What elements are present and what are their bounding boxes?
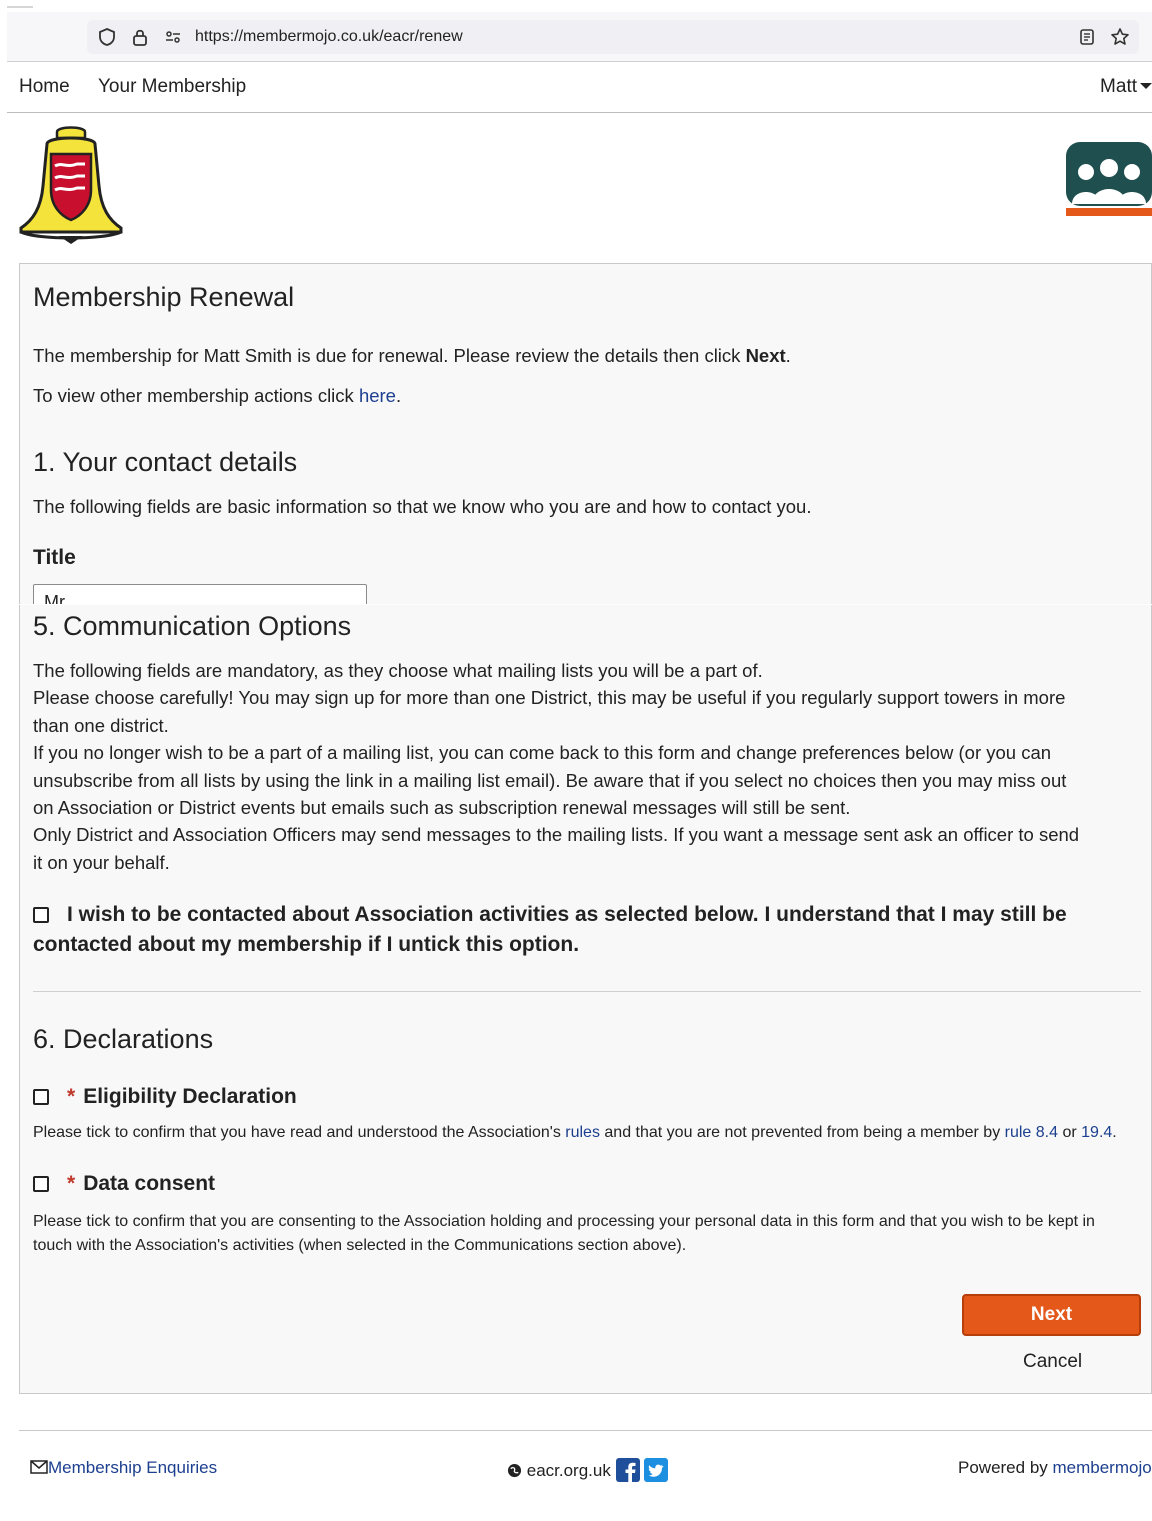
page-title: Membership Renewal	[33, 282, 295, 312]
address-bar[interactable]: https://membermojo.co.uk/eacr/renew	[87, 20, 1139, 54]
shield-icon[interactable]	[97, 27, 117, 47]
rules-link[interactable]: rules	[565, 1124, 600, 1141]
title-field-label: Title	[33, 546, 76, 569]
declarations-heading: 6. Declarations	[33, 1024, 214, 1054]
communication-line: unsubscribe from all lists by using the …	[33, 769, 1067, 791]
communication-line: The following fields are mandatory, as t…	[33, 660, 763, 681]
lock-icon[interactable]	[130, 27, 150, 47]
twitter-icon[interactable]	[644, 1458, 669, 1482]
cancel-link[interactable]: Cancel	[1023, 1351, 1082, 1373]
data-consent-text: Please tick to confirm that you are cons…	[33, 1213, 1095, 1254]
renewal-form-card-top: Membership Renewal The membership for Ma…	[19, 263, 1152, 605]
communication-options-heading: 5. Communication Options	[33, 611, 352, 641]
user-menu[interactable]: Matt	[1100, 76, 1152, 98]
reader-view-icon[interactable]	[1077, 27, 1097, 47]
communication-line: If you no longer wish to be a part of a …	[33, 742, 1052, 764]
renewal-form-card-bottom: 5. Communication Options The following f…	[19, 605, 1152, 1394]
title-select[interactable]: Mr	[33, 584, 367, 605]
data-consent-label: * Data consent	[67, 1172, 216, 1195]
website-links: eacr.org.uk	[507, 1458, 669, 1482]
communication-line: Only District and Association Officers m…	[33, 824, 1080, 846]
site-navbar: Home Your Membership Matt	[7, 62, 1152, 113]
bookmark-star-icon[interactable]	[1110, 27, 1130, 47]
contact-opt-in-label-line2: contacted about my membership if I untic…	[33, 933, 580, 956]
tab-indicator	[7, 6, 33, 8]
contact-opt-in-checkbox[interactable]	[33, 907, 49, 923]
globe-icon	[507, 1463, 522, 1478]
chevron-down-icon	[1140, 83, 1152, 89]
next-button[interactable]: Next	[962, 1294, 1141, 1336]
eligibility-checkbox[interactable]	[33, 1089, 49, 1105]
required-mark: *	[67, 1085, 76, 1108]
contact-details-description: The following fields are basic informati…	[33, 496, 812, 517]
association-bell-logo	[19, 126, 123, 244]
rule-19-4-link[interactable]: 19.4	[1081, 1124, 1112, 1141]
nav-membership-link[interactable]: Your Membership	[98, 76, 246, 98]
browser-toolbar: https://membermojo.co.uk/eacr/renew	[7, 12, 1152, 62]
communication-line: on Association or District events but em…	[33, 797, 851, 819]
eligibility-text: Please tick to confirm that you have rea…	[33, 1124, 1117, 1141]
communication-line: it on your behalf.	[33, 851, 170, 873]
data-consent-checkbox[interactable]	[33, 1176, 49, 1192]
nav-home-link[interactable]: Home	[19, 76, 70, 98]
membermojo-logo	[1066, 142, 1152, 216]
permissions-icon[interactable]	[163, 27, 183, 47]
rule-8-4-link[interactable]: rule 8.4	[1005, 1124, 1058, 1141]
section-divider	[33, 991, 1141, 992]
user-name: Matt	[1100, 76, 1137, 97]
membermojo-link[interactable]: membermojo	[1053, 1458, 1152, 1477]
website-link[interactable]: eacr.org.uk	[527, 1461, 611, 1480]
facebook-icon[interactable]	[615, 1458, 640, 1482]
powered-by: Powered by membermojo	[958, 1458, 1152, 1477]
eligibility-label: * Eligibility Declaration	[67, 1085, 297, 1108]
next-emphasis: Next	[745, 345, 786, 366]
other-actions-link[interactable]: here	[359, 385, 396, 406]
renewal-intro: The membership for Matt Smith is due for…	[33, 345, 791, 366]
url-text[interactable]: https://membermojo.co.uk/eacr/renew	[195, 28, 463, 46]
contact-details-heading: 1. Your contact details	[33, 447, 298, 477]
other-actions-text: To view other membership actions click h…	[33, 385, 402, 406]
envelope-icon	[30, 1460, 48, 1474]
required-mark: *	[67, 1172, 76, 1195]
membership-enquiries-link[interactable]: Membership Enquiries	[48, 1458, 217, 1477]
footer-divider	[19, 1430, 1152, 1431]
communication-line: Please choose carefully! You may sign up…	[33, 687, 1066, 709]
contact-opt-in-label-line1: I wish to be contacted about Association…	[67, 903, 1067, 926]
communication-options-text: The following fields are mandatory, as t…	[33, 657, 1133, 876]
communication-line: than one district.	[33, 714, 169, 736]
membership-enquiries[interactable]: Membership Enquiries	[30, 1458, 217, 1478]
